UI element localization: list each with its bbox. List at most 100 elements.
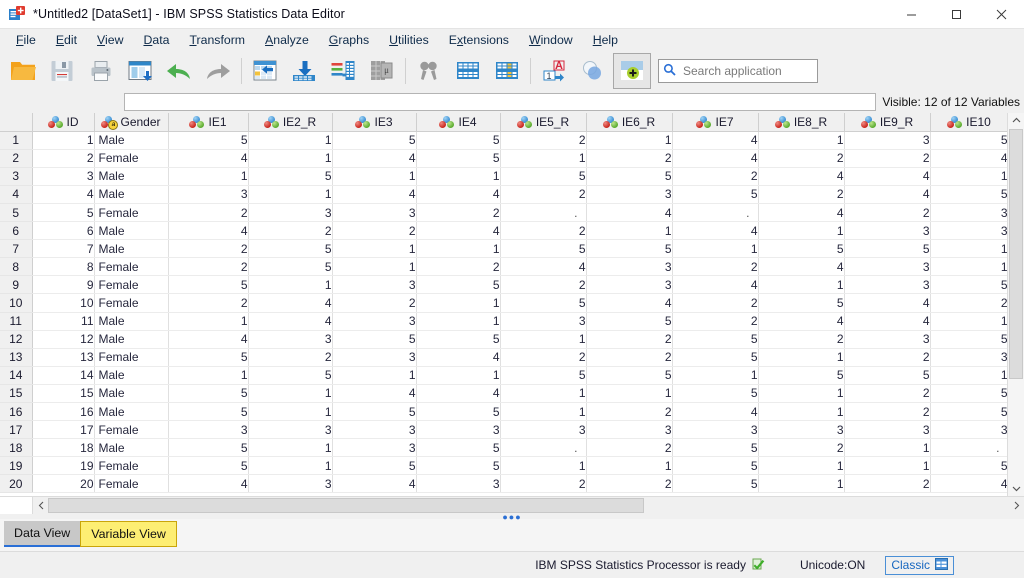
- row-number[interactable]: 17: [0, 421, 32, 439]
- chevron-right-icon[interactable]: [1009, 498, 1024, 513]
- table-cell[interactable]: 1: [930, 167, 1008, 185]
- table-cell[interactable]: 3: [844, 276, 930, 294]
- table-cell[interactable]: 3: [844, 258, 930, 276]
- row-number[interactable]: 4: [0, 185, 32, 203]
- table-cell[interactable]: 1: [32, 131, 94, 149]
- table-row[interactable]: 1616Male5155124125: [0, 403, 1008, 421]
- tab-data-view[interactable]: Data View: [4, 521, 80, 547]
- table-row[interactable]: 1111Male1431352441: [0, 312, 1008, 330]
- table-cell[interactable]: 3: [844, 131, 930, 149]
- run-descriptives-icon[interactable]: μ: [363, 53, 401, 89]
- tab-variable-view[interactable]: Variable View: [80, 521, 177, 547]
- table-row[interactable]: 1919Female5155115115: [0, 457, 1008, 475]
- table-cell[interactable]: 1: [500, 330, 586, 348]
- table-row[interactable]: 88Female2512432431: [0, 258, 1008, 276]
- table-cell[interactable]: 4: [930, 475, 1008, 493]
- table-cell[interactable]: 3: [586, 258, 672, 276]
- insert-variable-icon[interactable]: [488, 53, 526, 89]
- table-cell[interactable]: 5: [168, 403, 248, 421]
- table-row[interactable]: 44Male3144235245: [0, 185, 1008, 203]
- table-cell[interactable]: 1: [500, 149, 586, 167]
- table-cell[interactable]: 1: [248, 457, 332, 475]
- table-cell[interactable]: 4: [416, 348, 500, 366]
- table-cell[interactable]: Male: [94, 167, 168, 185]
- table-cell[interactable]: 1: [758, 348, 844, 366]
- table-cell[interactable]: 1: [168, 366, 248, 384]
- table-cell[interactable]: 2: [168, 258, 248, 276]
- table-cell[interactable]: Female: [94, 475, 168, 493]
- select-cases-icon[interactable]: [613, 53, 651, 89]
- table-cell[interactable]: 1: [586, 222, 672, 240]
- table-cell[interactable]: 2: [500, 276, 586, 294]
- table-cell[interactable]: 5: [844, 240, 930, 258]
- table-cell[interactable]: 4: [248, 312, 332, 330]
- table-cell[interactable]: 2: [844, 475, 930, 493]
- table-cell[interactable]: Male: [94, 439, 168, 457]
- table-cell[interactable]: 1: [332, 240, 416, 258]
- table-cell[interactable]: 5: [586, 240, 672, 258]
- table-cell[interactable]: 1: [248, 439, 332, 457]
- minimize-icon[interactable]: [889, 0, 934, 28]
- table-cell[interactable]: 5: [416, 457, 500, 475]
- table-row[interactable]: 1212Male4355125235: [0, 330, 1008, 348]
- table-cell[interactable]: Male: [94, 330, 168, 348]
- table-row[interactable]: 1515Male5144115125: [0, 384, 1008, 402]
- table-cell[interactable]: 18: [32, 439, 94, 457]
- table-cell[interactable]: 15: [32, 384, 94, 402]
- row-number[interactable]: 14: [0, 366, 32, 384]
- table-row[interactable]: 1818Male5135.2521.: [0, 439, 1008, 457]
- column-header-id[interactable]: ID: [32, 113, 94, 131]
- table-cell[interactable]: 4: [332, 384, 416, 402]
- table-cell[interactable]: 14: [32, 366, 94, 384]
- split-file-icon[interactable]: 1 A: [535, 53, 573, 89]
- table-cell[interactable]: 2: [586, 403, 672, 421]
- table-cell[interactable]: 2: [844, 384, 930, 402]
- weight-cases-icon[interactable]: [574, 53, 612, 89]
- table-cell[interactable]: 19: [32, 457, 94, 475]
- column-header-ie2-r[interactable]: IE2_R: [248, 113, 332, 131]
- table-cell[interactable]: 3: [332, 421, 416, 439]
- search-application-box[interactable]: Search application: [658, 59, 818, 83]
- table-cell[interactable]: 5: [248, 240, 332, 258]
- row-number[interactable]: 19: [0, 457, 32, 475]
- table-cell[interactable]: 16: [32, 403, 94, 421]
- table-cell[interactable]: 3: [586, 421, 672, 439]
- table-cell[interactable]: 5: [32, 203, 94, 221]
- table-row[interactable]: 66Male4224214133: [0, 222, 1008, 240]
- table-cell[interactable]: 2: [758, 149, 844, 167]
- table-cell[interactable]: 2: [332, 294, 416, 312]
- row-number[interactable]: 1: [0, 131, 32, 149]
- menu-edit[interactable]: Edit: [46, 31, 87, 49]
- table-cell[interactable]: 20: [32, 475, 94, 493]
- table-cell[interactable]: 2: [500, 348, 586, 366]
- table-cell[interactable]: Female: [94, 276, 168, 294]
- table-cell[interactable]: 5: [332, 403, 416, 421]
- table-cell[interactable]: 1: [332, 366, 416, 384]
- table-cell[interactable]: 5: [416, 131, 500, 149]
- row-number[interactable]: 20: [0, 475, 32, 493]
- table-cell[interactable]: 2: [672, 294, 758, 312]
- table-cell[interactable]: 2: [758, 330, 844, 348]
- table-cell[interactable]: 3: [332, 312, 416, 330]
- table-cell[interactable]: 5: [844, 366, 930, 384]
- table-cell[interactable]: 3: [168, 185, 248, 203]
- table-cell[interactable]: 5: [416, 149, 500, 167]
- table-cell[interactable]: 4: [416, 222, 500, 240]
- table-cell[interactable]: 1: [168, 167, 248, 185]
- table-cell[interactable]: 7: [32, 240, 94, 258]
- table-cell[interactable]: 5: [500, 294, 586, 312]
- pane-splitter[interactable]: ●●●: [0, 514, 1024, 519]
- table-cell[interactable]: 2: [758, 185, 844, 203]
- table-cell[interactable]: 3: [586, 185, 672, 203]
- table-cell[interactable]: Male: [94, 384, 168, 402]
- horizontal-scroll-thumb[interactable]: [48, 498, 644, 513]
- table-cell[interactable]: Female: [94, 258, 168, 276]
- open-file-icon[interactable]: [4, 53, 42, 89]
- table-cell[interactable]: 5: [672, 457, 758, 475]
- table-row[interactable]: 99Female5135234135: [0, 276, 1008, 294]
- variables-icon[interactable]: [324, 53, 362, 89]
- row-number[interactable]: 12: [0, 330, 32, 348]
- undo-icon[interactable]: [160, 53, 198, 89]
- table-cell[interactable]: 4: [844, 167, 930, 185]
- table-cell[interactable]: 2: [248, 222, 332, 240]
